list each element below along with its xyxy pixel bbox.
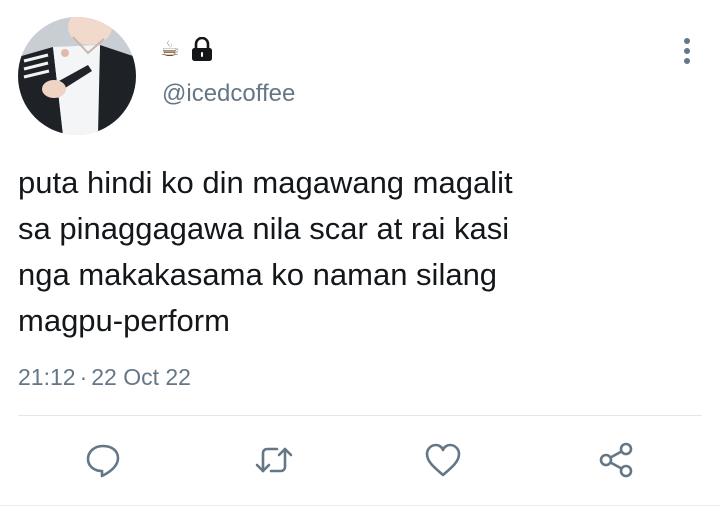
share-button[interactable] [594,438,638,482]
share-icon [599,442,633,478]
user-handle[interactable]: @icedcoffee [162,80,295,108]
like-button[interactable] [421,438,465,482]
tweet-timestamp[interactable]: 21:12 · 22 Oct 22 [18,363,191,391]
tweet-date: 22 Oct 22 [91,364,191,390]
retweet-icon [255,447,293,473]
tweet-text: puta hindi ko din magawang magalit sa pi… [18,165,513,338]
avatar[interactable] [18,17,136,135]
divider [18,415,702,416]
vertical-ellipsis-icon [684,38,690,64]
reply-button[interactable] [81,438,125,482]
meta-separator: · [79,364,88,390]
display-name[interactable]: ☕ [160,37,180,63]
lock-icon [190,37,214,63]
retweet-button[interactable] [252,438,296,482]
profile-photo [18,17,136,135]
heart-icon [425,443,461,477]
more-options-button[interactable] [672,34,702,68]
tweet-time: 21:12 [18,364,76,390]
reply-icon [86,444,120,478]
display-name-row: ☕ [160,35,214,65]
tweet-actions [0,438,720,482]
bottom-divider [0,505,720,506]
